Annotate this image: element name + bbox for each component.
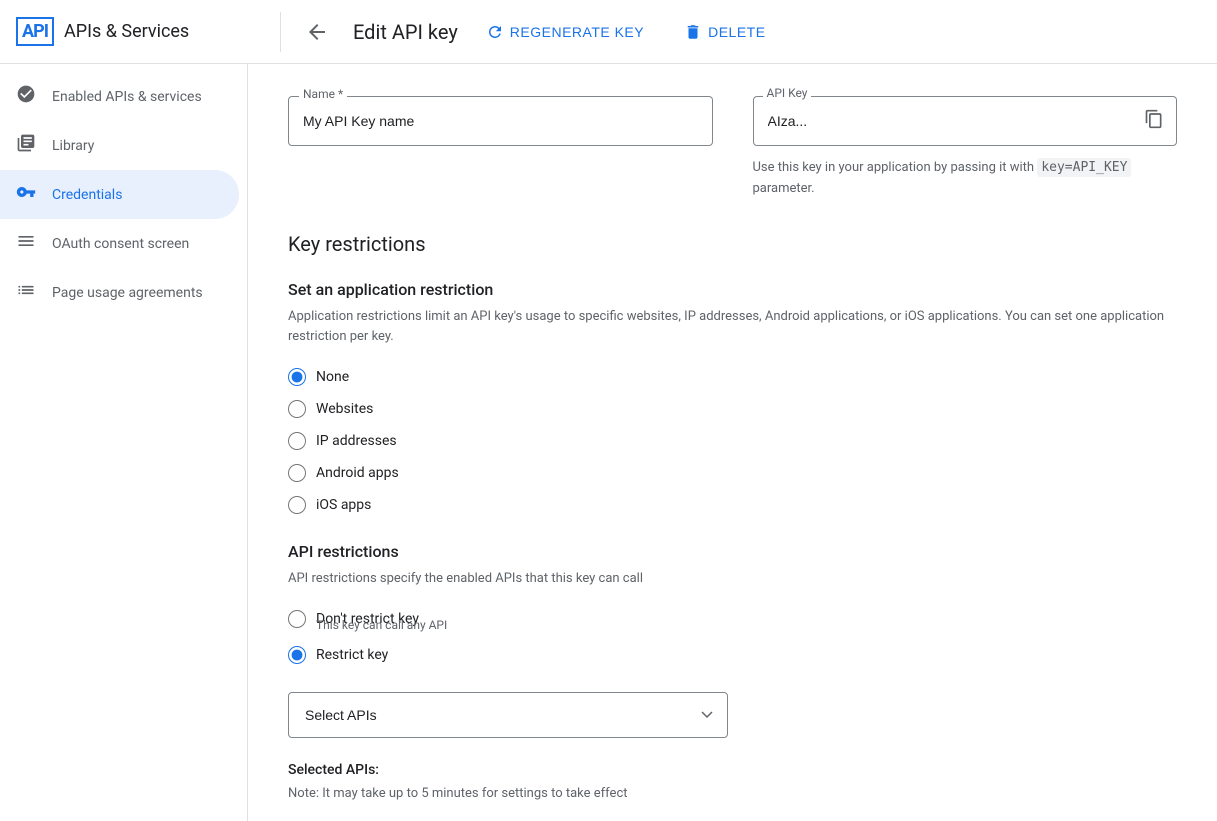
sidebar-item-page-usage[interactable]: Page usage agreements	[0, 268, 239, 317]
sidebar-item-label: Credentials	[52, 187, 122, 203]
sidebar: Enabled APIs & services Library Credenti…	[0, 64, 248, 821]
page-title: Edit API key	[353, 20, 458, 44]
radio-android-label: Android apps	[316, 465, 399, 481]
credentials-icon	[16, 182, 36, 207]
copy-icon	[1144, 109, 1164, 129]
header-divider	[280, 12, 281, 52]
select-apis-wrapper: Select APIs	[288, 692, 1177, 738]
selected-apis-label: Selected APIs:	[288, 762, 1177, 778]
back-button[interactable]	[297, 12, 337, 52]
radio-ip[interactable]: IP addresses	[288, 432, 1177, 450]
sidebar-item-enabled-apis[interactable]: Enabled APIs & services	[0, 72, 239, 121]
delete-button[interactable]: DELETE	[672, 15, 777, 49]
radio-none-label: None	[316, 369, 349, 385]
api-key-input[interactable]	[754, 97, 1133, 145]
app-restriction-heading: Set an application restriction	[288, 280, 1177, 299]
radio-android[interactable]: Android apps	[288, 464, 1177, 482]
api-key-hint: Use this key in your application by pass…	[753, 158, 1178, 200]
library-icon	[16, 133, 36, 158]
radio-websites[interactable]: Websites	[288, 400, 1177, 418]
regenerate-key-button[interactable]: REGENERATE KEY	[474, 15, 656, 49]
logo-area: API APIs & Services	[16, 17, 264, 46]
sidebar-item-credentials[interactable]: Credentials	[0, 170, 239, 219]
content-area: Name * API Key Use this key in your appl…	[248, 64, 1217, 821]
radio-ios-label: iOS apps	[316, 497, 371, 513]
name-apikey-row: Name * API Key Use this key in your appl…	[288, 96, 1177, 200]
app-title: APIs & Services	[64, 21, 189, 42]
sidebar-item-label: OAuth consent screen	[52, 236, 189, 252]
api-key-group: API Key	[753, 96, 1178, 146]
radio-websites-label: Websites	[316, 401, 373, 417]
name-label: Name *	[299, 87, 347, 101]
key-restrictions-heading: Key restrictions	[288, 232, 1177, 256]
page-header-actions: Edit API key REGENERATE KEY DELETE	[297, 12, 1201, 52]
api-key-label: API Key	[763, 86, 812, 100]
name-input-group: Name *	[288, 96, 713, 146]
main-layout: Enabled APIs & services Library Credenti…	[0, 64, 1217, 821]
oauth-icon	[16, 231, 36, 256]
apikey-section: API Key Use this key in your application…	[753, 96, 1178, 200]
api-restrictions-description: API restrictions specify the enabled API…	[288, 569, 1177, 590]
api-restriction-radio-group: Don't restrict key This key can call any…	[288, 610, 1177, 664]
select-apis-dropdown[interactable]: Select APIs	[288, 692, 728, 738]
enabled-apis-icon	[16, 84, 36, 109]
api-restrictions-heading: API restrictions	[288, 542, 1177, 561]
radio-dont-restrict-sublabel: This key can call any API	[316, 618, 1177, 632]
radio-restrict[interactable]: Restrict key	[288, 646, 1177, 664]
top-header: API APIs & Services Edit API key REGENER…	[0, 0, 1217, 64]
radio-dont-restrict-wrapper: Don't restrict key This key can call any…	[288, 610, 1177, 632]
radio-ip-label: IP addresses	[316, 433, 397, 449]
sidebar-item-library[interactable]: Library	[0, 121, 239, 170]
sidebar-item-oauth[interactable]: OAuth consent screen	[0, 219, 239, 268]
sidebar-item-label: Enabled APIs & services	[52, 89, 202, 105]
delete-icon	[684, 23, 702, 41]
name-section: Name *	[288, 96, 713, 200]
api-logo: API	[16, 17, 54, 46]
regenerate-icon	[486, 23, 504, 41]
name-input[interactable]	[289, 97, 712, 145]
note-text: Note: It may take up to 5 minutes for se…	[288, 786, 1177, 801]
radio-ios[interactable]: iOS apps	[288, 496, 1177, 514]
sidebar-item-label: Page usage agreements	[52, 285, 203, 301]
app-restriction-description: Application restrictions limit an API ke…	[288, 307, 1177, 349]
copy-api-key-button[interactable]	[1132, 101, 1176, 142]
page-usage-icon	[16, 280, 36, 305]
app-restriction-radio-group: None Websites IP addresses Android apps …	[288, 368, 1177, 514]
sidebar-item-label: Library	[52, 138, 94, 154]
radio-none[interactable]: None	[288, 368, 1177, 386]
radio-restrict-label: Restrict key	[316, 647, 388, 663]
